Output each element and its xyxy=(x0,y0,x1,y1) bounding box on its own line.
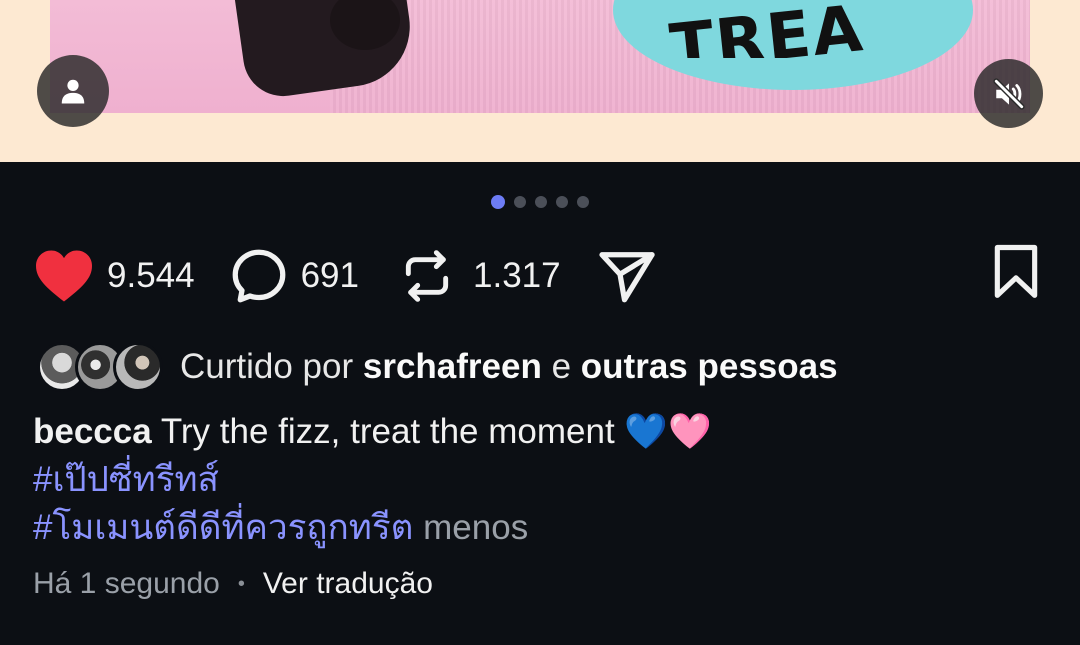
meta-separator: • xyxy=(237,572,245,595)
mute-button[interactable] xyxy=(974,59,1043,128)
liked-by-user-link[interactable]: srchafreen xyxy=(363,347,542,386)
share-icon[interactable] xyxy=(597,247,657,305)
pager-dot xyxy=(491,195,505,209)
liked-by-others-link[interactable]: outras pessoas xyxy=(581,347,838,386)
action-bar: 9.544 691 1.317 xyxy=(33,244,657,308)
post-timestamp: Há 1 segundo xyxy=(33,567,220,600)
repost-icon[interactable] xyxy=(399,245,455,307)
post-username-link[interactable]: beccca xyxy=(33,412,152,451)
liked-by-text: Curtido por srchafreen e outras pessoas xyxy=(180,347,838,387)
media-carousel[interactable]: TREA xyxy=(0,0,1080,162)
liked-by-conjunction: e xyxy=(551,347,572,386)
caption-line: beccca Try the fizz, treat the moment 💙🩷 xyxy=(33,408,1053,456)
comment-action: 691 xyxy=(229,246,359,306)
user-icon xyxy=(61,79,85,104)
image-bubble-text: TREA xyxy=(666,0,868,58)
carousel-pager xyxy=(0,195,1080,209)
mute-icon xyxy=(992,77,1025,110)
pager-dot xyxy=(514,196,526,208)
repost-action: 1.317 xyxy=(399,245,561,307)
comment-count[interactable]: 691 xyxy=(301,256,359,296)
pager-dot xyxy=(535,196,547,208)
translate-link[interactable]: Ver tradução xyxy=(263,567,433,601)
image-text-clip: TREA xyxy=(50,0,1030,58)
tagged-users-button[interactable] xyxy=(37,55,109,127)
heart-icon[interactable] xyxy=(33,248,95,304)
post-caption: beccca Try the fizz, treat the moment 💙🩷… xyxy=(33,408,1053,552)
hashtag-link[interactable]: #โมเมนต์ดีดีที่ควรถูกทรีต xyxy=(33,508,413,547)
caption-text: Try the fizz, treat the moment 💙🩷 xyxy=(160,412,712,451)
hashtag-link[interactable]: #เป๊ปซี่ทรีทส์ xyxy=(33,456,1053,504)
pager-dot xyxy=(556,196,568,208)
repost-count[interactable]: 1.317 xyxy=(473,256,561,296)
liked-by-prefix: Curtido por xyxy=(180,347,354,386)
post-image[interactable]: TREA xyxy=(50,0,1030,113)
liker-avatars[interactable] xyxy=(37,342,163,392)
liked-by-row[interactable]: Curtido por srchafreen e outras pessoas xyxy=(37,342,838,392)
like-count[interactable]: 9.544 xyxy=(107,256,195,296)
like-action: 9.544 xyxy=(33,248,195,304)
avatar xyxy=(113,342,163,392)
pager-dot xyxy=(577,196,589,208)
caption-last-line: #โมเมนต์ดีดีที่ควรถูกทรีต menos xyxy=(33,504,1053,552)
comment-icon[interactable] xyxy=(229,246,289,306)
show-less-button[interactable]: menos xyxy=(423,508,528,547)
bookmark-icon[interactable] xyxy=(991,244,1041,300)
post-meta: Há 1 segundo • Ver tradução xyxy=(33,567,433,601)
share-action xyxy=(597,247,657,305)
